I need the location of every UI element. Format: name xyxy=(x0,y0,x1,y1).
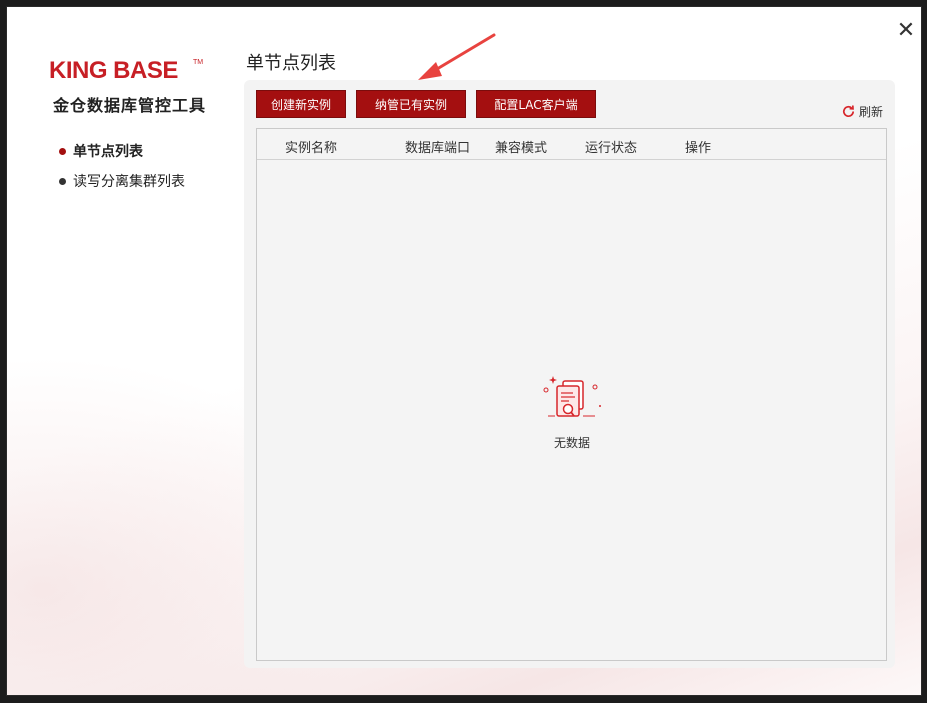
bullet-icon xyxy=(59,177,66,185)
column-header-run-status[interactable]: 运行状态 xyxy=(585,137,637,156)
sidebar-item-rw-cluster[interactable]: 读写分离集群列表 xyxy=(59,166,185,196)
configure-lac-client-button[interactable]: 配置LAC客户端 xyxy=(476,90,596,118)
close-icon[interactable]: ✕ xyxy=(895,20,917,42)
app-title: 金仓数据库管控工具 xyxy=(53,96,207,115)
active-bullet-icon xyxy=(59,147,66,155)
logo-text: KING BASE xyxy=(49,57,178,83)
instance-table: 实例名称 数据库端口 兼容模式 运行状态 操作 无数据 xyxy=(256,128,887,661)
sidebar-item-label: 读写分离集群列表 xyxy=(73,174,185,190)
empty-state-text: 无数据 xyxy=(553,436,590,450)
column-header-instance-name[interactable]: 实例名称 xyxy=(285,137,337,156)
refresh-icon xyxy=(843,105,855,117)
logo-tm: TM xyxy=(193,59,203,66)
table-header: 实例名称 数据库端口 兼容模式 运行状态 操作 xyxy=(257,129,886,160)
empty-state: 无数据 xyxy=(539,372,605,451)
refresh-button[interactable]: 刷新 xyxy=(841,103,883,120)
sidebar-item-label: 单节点列表 xyxy=(73,144,143,160)
kingbase-logo: KING BASE TM xyxy=(49,57,203,83)
sidebar-item-single-node[interactable]: 单节点列表 xyxy=(59,136,185,166)
column-header-db-port[interactable]: 数据库端口 xyxy=(405,137,470,156)
create-instance-button[interactable]: 创建新实例 xyxy=(256,90,346,118)
annotation-arrow-icon xyxy=(418,33,496,80)
column-header-actions[interactable]: 操作 xyxy=(685,137,711,156)
no-data-icon xyxy=(543,376,601,417)
app-window: ✕ KING BASE TM 金仓数据库管控工具 单节点列表 读写分离集群列表 … xyxy=(6,6,922,696)
column-header-compat-mode[interactable]: 兼容模式 xyxy=(495,137,547,156)
sidebar-nav: 单节点列表 读写分离集群列表 xyxy=(59,136,185,196)
refresh-label: 刷新 xyxy=(859,105,884,119)
page-title: 单节点列表 xyxy=(246,53,336,74)
manage-existing-instance-button[interactable]: 纳管已有实例 xyxy=(356,90,466,118)
